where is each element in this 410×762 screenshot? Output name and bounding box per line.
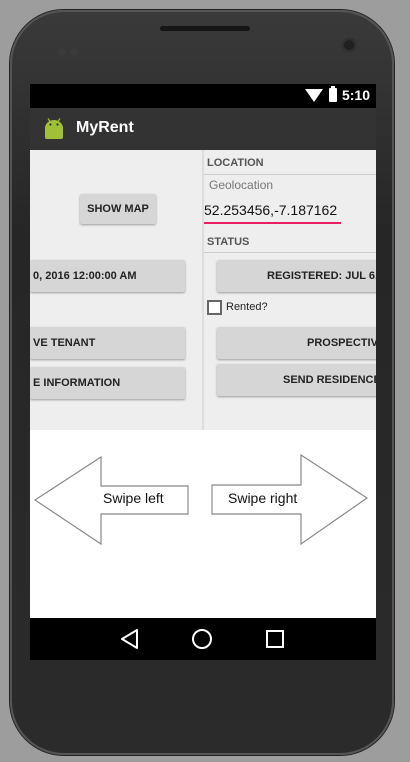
send-residence-button[interactable]: SEND RESIDENCE bbox=[217, 364, 376, 396]
swipe-hint-area: Swipe left Swipe right bbox=[30, 430, 376, 618]
location-header-line bbox=[204, 174, 376, 175]
show-map-button[interactable]: SHOW MAP bbox=[80, 194, 156, 224]
device-screen: 5:10 MyRent SHOW MAP 0, 2016 12:00:00 AM… bbox=[30, 84, 376, 660]
status-time: 5:10 bbox=[341, 87, 370, 103]
speaker-grille bbox=[160, 26, 250, 31]
geolocation-label: Geolocation bbox=[209, 178, 274, 192]
back-icon[interactable] bbox=[120, 628, 140, 650]
navigation-bar bbox=[30, 618, 376, 660]
rented-label: Rented? bbox=[226, 301, 268, 313]
home-icon[interactable] bbox=[192, 629, 212, 649]
geolocation-underline bbox=[204, 222, 341, 224]
remove-tenant-button[interactable]: VE TENANT bbox=[30, 327, 185, 359]
geolocation-field[interactable]: 52.253456,-7.187162 bbox=[204, 202, 337, 218]
status-header: STATUS bbox=[207, 236, 250, 248]
recent-apps-icon[interactable] bbox=[266, 630, 284, 648]
rented-checkbox[interactable] bbox=[207, 300, 222, 315]
registered-date-button[interactable]: REGISTERED: JUL 6, 2 bbox=[217, 260, 376, 292]
swipe-left-label: Swipe left bbox=[103, 490, 164, 506]
panel-divider bbox=[202, 150, 204, 430]
front-sensors bbox=[58, 43, 84, 56]
swipe-right-label: Swipe right bbox=[228, 490, 298, 506]
residence-form: SHOW MAP 0, 2016 12:00:00 AM VE TENANT E… bbox=[30, 150, 376, 430]
date-button[interactable]: 0, 2016 12:00:00 AM bbox=[30, 260, 185, 292]
residence-information-button[interactable]: E INFORMATION bbox=[30, 367, 185, 399]
action-bar: MyRent bbox=[30, 108, 376, 150]
location-header: LOCATION bbox=[207, 157, 264, 169]
wifi-icon bbox=[305, 89, 323, 102]
status-bar: 5:10 bbox=[30, 84, 376, 108]
prospective-tenant-button[interactable]: PROSPECTIVE bbox=[217, 327, 376, 359]
front-camera bbox=[342, 38, 356, 52]
battery-icon bbox=[329, 86, 337, 102]
app-title: MyRent bbox=[76, 119, 134, 136]
android-app-icon bbox=[45, 118, 63, 139]
status-header-line bbox=[204, 252, 376, 253]
